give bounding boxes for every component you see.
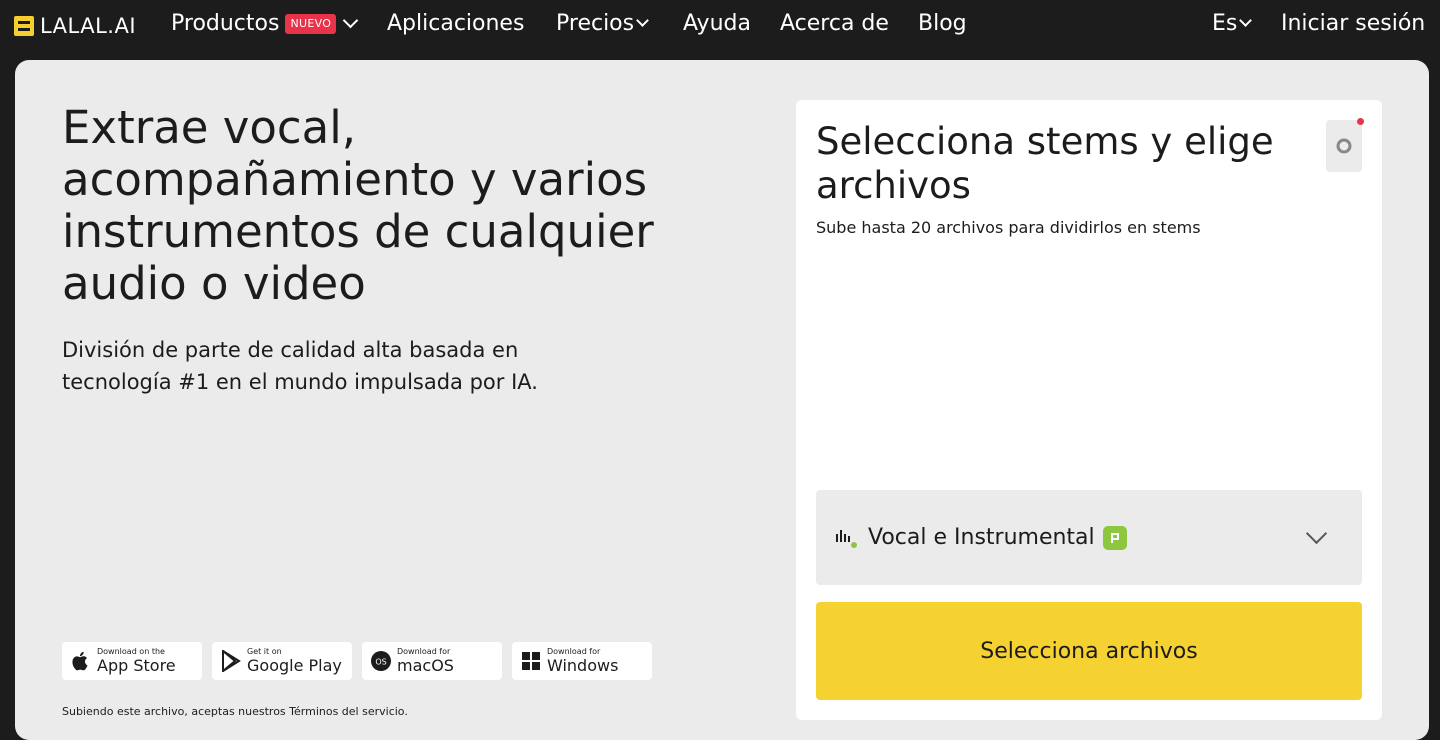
language-label: Es [1212, 11, 1238, 36]
hero-title: Extrae vocal, acompañamiento y varios in… [62, 101, 654, 310]
main-card: Extrae vocal, acompañamiento y varios in… [15, 60, 1429, 740]
chevron-down-icon [1305, 522, 1328, 545]
logo-text: LALAL.AI [40, 14, 137, 38]
gear-icon [1336, 138, 1352, 154]
store-buttons: Download on the App Store Get it on Goog… [62, 642, 652, 680]
macos-button[interactable]: OS Download for macOS [362, 642, 502, 680]
nav-help-label: Ayuda [683, 11, 751, 36]
nav-pricing[interactable]: Precios [556, 11, 649, 36]
nav-apps[interactable]: Aplicaciones [387, 11, 524, 36]
store-small-label: Get it on [247, 647, 282, 656]
notification-dot [1357, 118, 1364, 125]
nav-about[interactable]: Acerca de [780, 11, 889, 36]
lalal-logo-icon [14, 16, 34, 36]
settings-button[interactable] [1326, 118, 1364, 172]
select-files-button[interactable]: Selecciona archivos [816, 602, 1362, 700]
app-store-button[interactable]: Download on the App Store [62, 642, 202, 680]
nav-products[interactable]: Productos NUEVO [171, 11, 359, 36]
new-badge: NUEVO [285, 13, 337, 34]
google-play-button[interactable]: Get it on Google Play [212, 642, 352, 680]
store-big-label: App Store [97, 656, 176, 675]
nav-blog-label: Blog [918, 11, 967, 36]
app-store-text: Download on the App Store [97, 648, 176, 674]
nav-apps-label: Aplicaciones [387, 11, 525, 36]
google-play-icon [220, 650, 242, 672]
chevron-down-icon [636, 14, 649, 27]
terms-notice: Subiendo este archivo, aceptas nuestros … [62, 705, 408, 718]
chevron-down-icon [1239, 14, 1253, 27]
apple-icon [70, 650, 92, 672]
windows-button[interactable]: Download for Windows [512, 642, 652, 680]
macos-text: Download for macOS [397, 648, 454, 674]
windows-text: Download for Windows [547, 648, 618, 674]
macos-icon: OS [370, 650, 392, 672]
login-label: Iniciar sesión [1281, 11, 1426, 36]
nav-blog[interactable]: Blog [918, 11, 967, 36]
store-big-label: Google Play [247, 656, 342, 675]
store-big-label: Windows [547, 656, 619, 675]
google-play-text: Get it on Google Play [247, 648, 342, 674]
panel-subtitle: Sube hasta 20 archivos para dividirlos e… [816, 218, 1201, 237]
svg-text:OS: OS [375, 658, 386, 667]
nav-products-label: Productos [171, 11, 280, 36]
login-link[interactable]: Iniciar sesión [1281, 11, 1425, 36]
stem-selector[interactable]: Vocal e Instrumental [816, 490, 1362, 585]
upload-panel: Selecciona stems y elige archivos Sube h… [796, 100, 1382, 720]
top-navigation: LALAL.AI Productos NUEVO Aplicaciones Pr… [0, 0, 1440, 56]
store-big-label: macOS [397, 656, 454, 675]
language-selector[interactable]: Es [1212, 11, 1253, 36]
nav-about-label: Acerca de [780, 11, 889, 36]
nav-pricing-label: Precios [556, 11, 635, 36]
store-small-label: Download on the [97, 647, 165, 656]
waveform-icon [836, 529, 857, 548]
windows-icon [520, 650, 542, 672]
hero-subtitle: División de parte de calidad alta basada… [62, 338, 538, 394]
flag-icon [1102, 525, 1127, 550]
store-small-label: Download for [547, 647, 601, 656]
store-small-label: Download for [397, 647, 451, 656]
nav-help[interactable]: Ayuda [683, 11, 751, 36]
logo[interactable]: LALAL.AI [14, 14, 136, 38]
stem-option-label: Vocal e Instrumental [868, 525, 1095, 550]
panel-title: Selecciona stems y elige archivos [816, 120, 1274, 207]
chevron-down-icon [342, 12, 359, 29]
